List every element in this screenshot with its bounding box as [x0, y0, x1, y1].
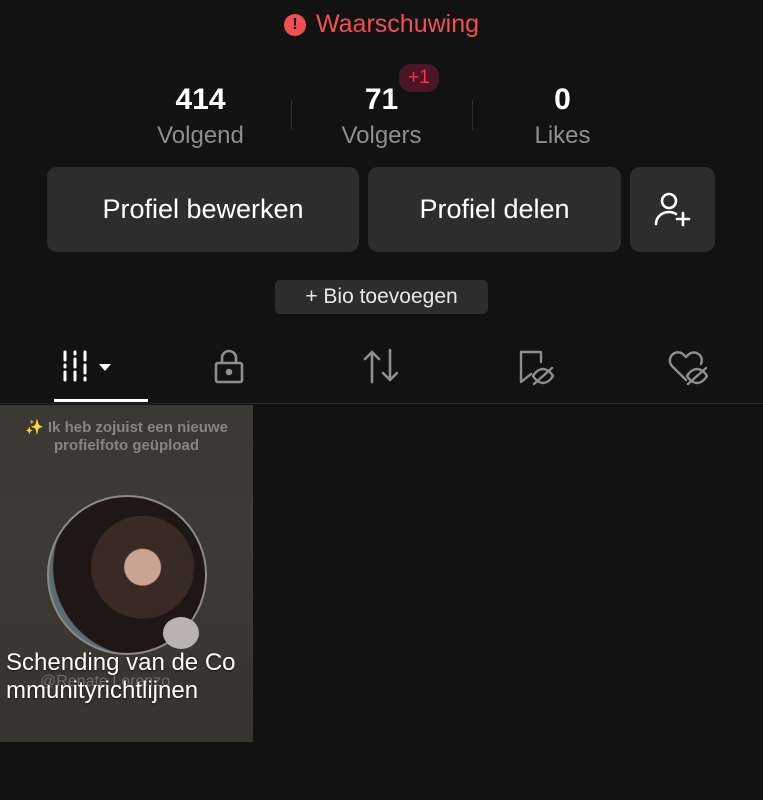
- share-profile-button[interactable]: Profiel delen: [368, 167, 621, 252]
- stat-following[interactable]: 414 Volgend: [110, 82, 291, 154]
- new-followers-badge: +1: [399, 64, 439, 92]
- repost-icon: [364, 348, 399, 384]
- warning-banner[interactable]: ! Waarschuwing: [0, 10, 763, 39]
- followers-count: 71: [364, 83, 399, 116]
- video-thumbnail[interactable]: ✨ Ik heb zojuist een nieuwe profielfoto …: [0, 405, 253, 742]
- heart-hidden-icon: [668, 351, 708, 386]
- stat-followers[interactable]: 71 Volgers +1: [291, 64, 472, 154]
- edit-profile-button[interactable]: Profiel bewerken: [47, 167, 359, 252]
- tab-private[interactable]: [153, 330, 306, 402]
- following-count: 414: [175, 83, 226, 116]
- koala-logo-icon: [163, 617, 199, 649]
- following-label: Volgend: [157, 122, 244, 149]
- video-status-caption: Schending van de Communityrichtlijnen: [6, 649, 236, 704]
- add-user-icon: [654, 192, 690, 226]
- grid-filter-icon: [63, 350, 112, 382]
- exclamation-circle-icon: !: [283, 13, 306, 36]
- profile-tabs: [0, 330, 763, 404]
- profile-stats: 414 Volgend 71 Volgers +1 0 Likes: [110, 64, 653, 154]
- add-friend-button[interactable]: [630, 167, 715, 252]
- add-bio-button[interactable]: + Bio toevoegen: [275, 280, 488, 314]
- bookmark-hidden-icon: [519, 350, 555, 386]
- tab-videos[interactable]: [0, 330, 153, 402]
- lock-icon: [214, 349, 244, 384]
- tab-reposts[interactable]: [305, 330, 458, 402]
- likes-label: Likes: [534, 122, 591, 149]
- tab-saved[interactable]: [458, 330, 611, 402]
- likes-count: 0: [554, 83, 571, 116]
- profile-actions: Profiel bewerken Profiel delen: [47, 167, 715, 252]
- warning-label: Waarschuwing: [315, 10, 480, 38]
- tab-liked[interactable]: [610, 330, 763, 402]
- thumbnail-overlay-text: ✨ Ik heb zojuist een nieuwe profielfoto …: [25, 419, 228, 454]
- stat-likes[interactable]: 0 Likes: [472, 82, 653, 154]
- tabs-divider: [0, 403, 763, 404]
- followers-label: Volgers: [341, 122, 422, 149]
